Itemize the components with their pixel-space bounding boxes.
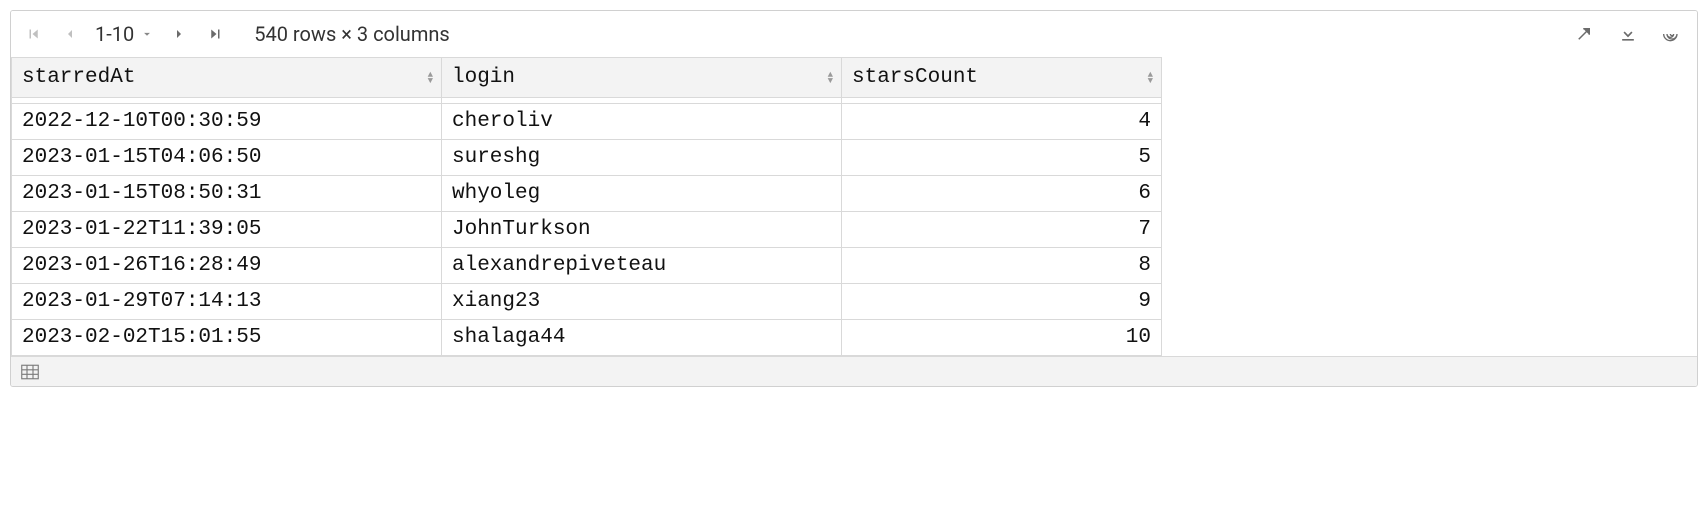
table-row[interactable]: 2023-01-15T08:50:31whyoleg6 [12,176,1162,212]
first-page-icon [25,25,43,43]
table-row[interactable]: 2023-02-02T15:01:55shalaga4410 [12,320,1162,356]
table-row[interactable]: 2023-01-22T11:39:05JohnTurkson7 [12,212,1162,248]
table-cell-starsCount: 10 [842,320,1162,356]
table-toolbar: 1-10 540 rows × 3 columns [11,11,1697,57]
table-cell-login: shalaga44 [442,320,842,356]
table-cell-starredAt: 2023-01-15T04:06:50 [12,140,442,176]
column-header-login[interactable]: login ▲▼ [442,58,842,98]
table-footer [11,356,1697,386]
table-cell-login: sureshg [442,140,842,176]
table-row[interactable]: 2023-01-26T16:28:49alexandrepiveteau8 [12,248,1162,284]
table-cell-login: alexandrepiveteau [442,248,842,284]
column-header-starsCount[interactable]: starsCount ▲▼ [842,58,1162,98]
table-cell-starredAt: 2022-12-10T00:30:59 [12,104,442,140]
table-cell-starsCount: 4 [842,104,1162,140]
table-summary: 540 rows × 3 columns [254,22,450,46]
table-cell-starredAt: 2023-01-26T16:28:49 [12,248,442,284]
table-cell-starredAt: 2023-02-02T15:01:55 [12,320,442,356]
table-cell-starredAt: 2023-01-22T11:39:05 [12,212,442,248]
open-external-button[interactable] [1571,21,1597,47]
table-cell-login: cheroliv [442,104,842,140]
refresh-button[interactable] [1659,21,1685,47]
first-page-button[interactable] [23,23,45,45]
chevron-left-icon [62,26,78,42]
table-cell-starsCount: 7 [842,212,1162,248]
table-cell-starredAt: 2023-01-15T08:50:31 [12,176,442,212]
table-cell-login: JohnTurkson [442,212,842,248]
page-range-dropdown[interactable]: 1-10 [95,22,154,46]
grid-icon [21,364,39,380]
last-page-button[interactable] [204,23,226,45]
last-page-icon [206,25,224,43]
table-cell-starsCount: 8 [842,248,1162,284]
prev-page-button[interactable] [59,23,81,45]
table-scroll-region[interactable]: starredAt ▲▼ login ▲▼ starsCount ▲▼ 2022… [11,57,1697,356]
sort-icon: ▲▼ [1148,72,1153,84]
table-row[interactable]: 2022-12-10T00:30:59cheroliv4 [12,104,1162,140]
data-table: starredAt ▲▼ login ▲▼ starsCount ▲▼ 2022… [11,57,1162,356]
table-cell-login: whyoleg [442,176,842,212]
table-cell-starsCount: 5 [842,140,1162,176]
spiral-icon [1662,24,1682,44]
column-label: login [452,66,515,89]
table-cell-starsCount: 6 [842,176,1162,212]
next-page-button[interactable] [168,23,190,45]
data-table-panel: 1-10 540 rows × 3 columns [10,10,1698,387]
table-view-button[interactable] [21,364,39,380]
column-header-starredAt[interactable]: starredAt ▲▼ [12,58,442,98]
download-icon [1618,24,1638,44]
sort-icon: ▲▼ [428,72,433,84]
table-cell-starsCount: 9 [842,284,1162,320]
open-external-icon [1575,25,1593,43]
column-label: starsCount [852,66,978,89]
table-header-row: starredAt ▲▼ login ▲▼ starsCount ▲▼ [12,58,1162,98]
table-cell-starredAt: 2023-01-29T07:14:13 [12,284,442,320]
table-cell-login: xiang23 [442,284,842,320]
download-button[interactable] [1615,21,1641,47]
table-row[interactable]: 2023-01-29T07:14:13xiang239 [12,284,1162,320]
column-label: starredAt [22,66,135,89]
chevron-right-icon [171,26,187,42]
chevron-down-icon [140,22,154,46]
table-row[interactable]: 2023-01-15T04:06:50sureshg5 [12,140,1162,176]
page-range-label: 1-10 [95,22,134,46]
sort-icon: ▲▼ [828,72,833,84]
